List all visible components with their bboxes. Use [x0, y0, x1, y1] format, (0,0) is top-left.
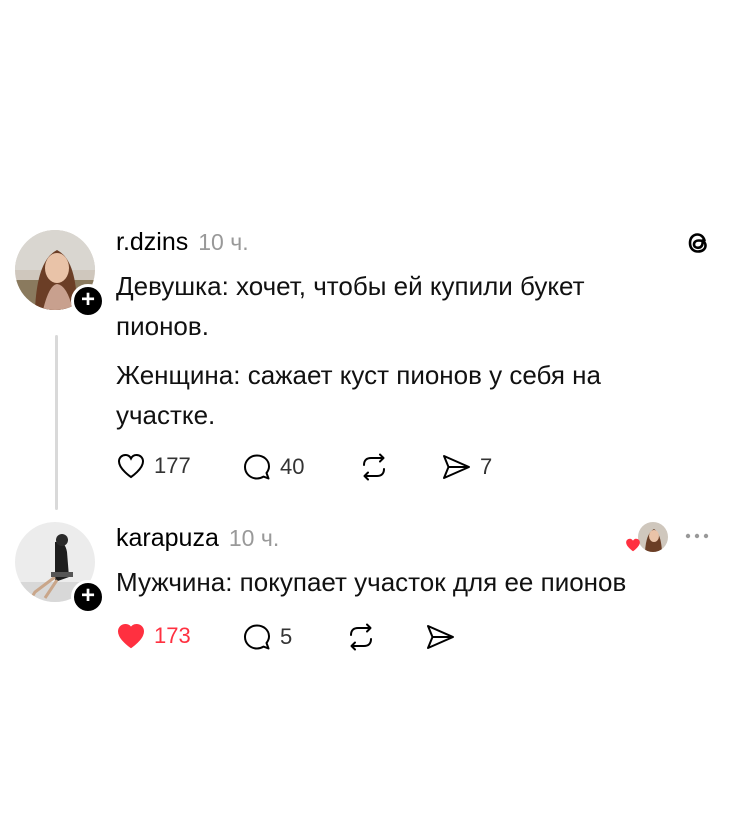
like-count: 177	[154, 453, 191, 478]
post-text-line: участке.	[116, 400, 216, 430]
post-header: r.dzins 10 ч.	[116, 228, 249, 257]
reply-button[interactable]: 40	[242, 452, 304, 482]
share-button[interactable]: 7	[440, 452, 492, 482]
like-button[interactable]: 173	[116, 622, 191, 650]
comment-icon	[244, 454, 270, 480]
heart-icon	[117, 623, 145, 649]
repost-icon	[363, 453, 385, 481]
more-dots-icon	[685, 533, 709, 539]
heart-icon	[117, 453, 145, 479]
post-text: Девушка: хочет, чтобы ей купили букет пи…	[116, 266, 716, 435]
repost-icon	[350, 623, 372, 651]
author-mini-avatar	[638, 522, 668, 552]
send-icon	[443, 455, 470, 479]
post-text-line: Мужчина: покупает участок для ее пионов	[116, 567, 627, 597]
follow-plus-button[interactable]: +	[71, 284, 105, 318]
send-icon	[427, 625, 454, 649]
post-header: karapuza 10 ч.	[116, 524, 279, 553]
timestamp: 10 ч.	[198, 229, 249, 255]
username[interactable]: karapuza	[116, 524, 219, 552]
timestamp: 10 ч.	[228, 525, 280, 551]
thread-line	[55, 335, 58, 510]
post-text: Мужчина: покупает участок для ее пионов	[116, 562, 726, 602]
post-text-line: Женщина: сажает куст пионов у себя на	[116, 360, 601, 390]
post-text-line: пионов.	[116, 311, 209, 341]
post-text-line: Девушка: хочет, чтобы ей купили букет	[116, 271, 585, 301]
share-count: 7	[480, 454, 493, 479]
like-count: 173	[154, 623, 191, 648]
reply-button[interactable]: 5	[242, 622, 292, 652]
follow-plus-button[interactable]: +	[71, 580, 105, 614]
heart-icon	[626, 538, 640, 552]
share-button[interactable]	[424, 622, 456, 652]
threads-logo-icon[interactable]	[683, 228, 713, 258]
avatar-photo-icon	[638, 522, 668, 552]
repost-button[interactable]	[345, 622, 377, 652]
more-options-button[interactable]	[684, 526, 712, 546]
username[interactable]: r.dzins	[116, 228, 188, 256]
like-button[interactable]: 177	[116, 452, 191, 480]
comment-icon	[244, 624, 270, 650]
reply-count: 5	[280, 624, 293, 649]
repost-button[interactable]	[358, 452, 390, 482]
reply-count: 40	[280, 454, 305, 479]
